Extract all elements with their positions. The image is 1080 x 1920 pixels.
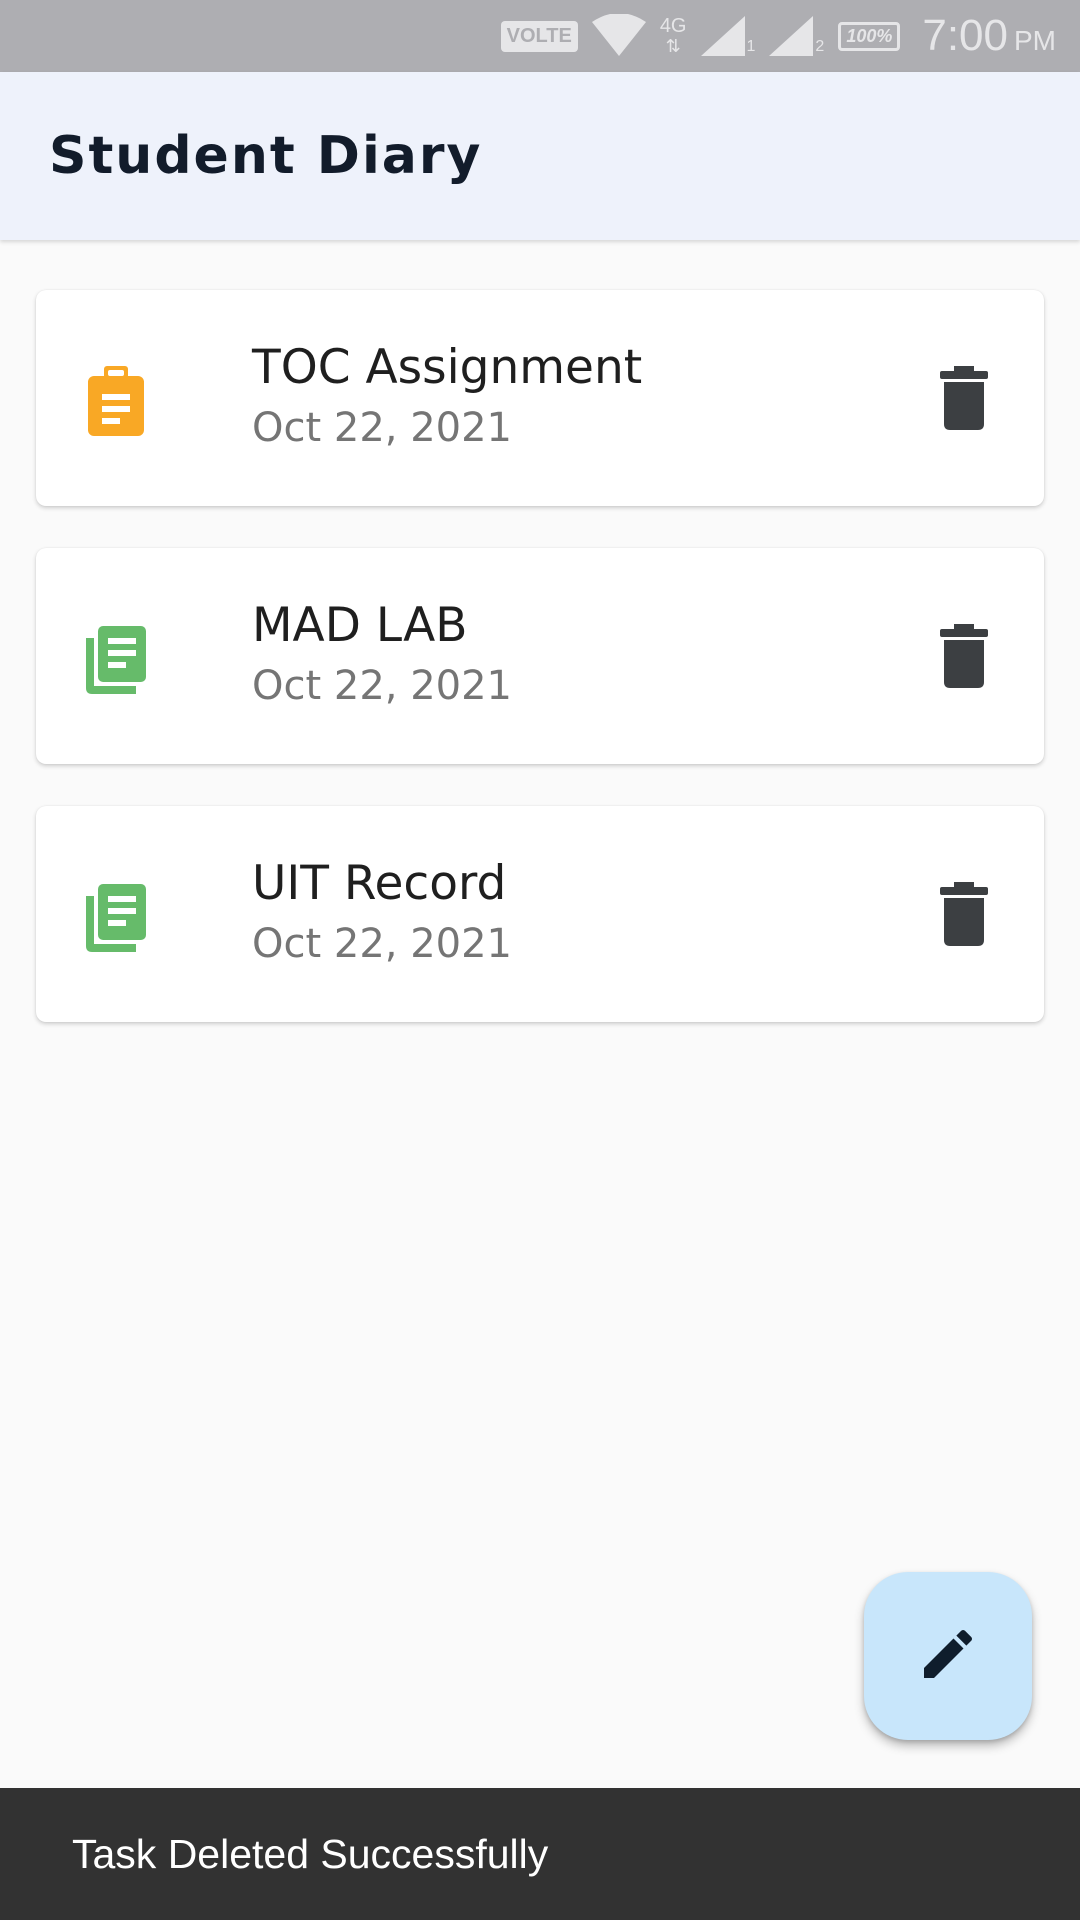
signal-icon-sim1: 1 bbox=[700, 16, 756, 56]
task-date: Oct 22, 2021 bbox=[252, 405, 512, 451]
app-bar: Student Diary bbox=[0, 72, 1080, 240]
volte-badge: VOLTE bbox=[500, 20, 578, 52]
delete-icon[interactable] bbox=[940, 366, 988, 430]
data-arrows-icon: ⇅ bbox=[665, 36, 681, 56]
signal-icon-sim2: 2 bbox=[769, 16, 824, 56]
battery-icon: 100% bbox=[838, 21, 901, 51]
clock-time: 7:00 bbox=[922, 11, 1008, 60]
task-list: TOC Assignment Oct 22, 2021 MAD LAB Oct … bbox=[36, 290, 1044, 1064]
status-bar: VOLTE 4G ⇅ 1 2 100% 7:00 PM bbox=[0, 0, 1080, 72]
task-text: UIT Record Oct 22, 2021 bbox=[252, 854, 512, 972]
task-text: TOC Assignment Oct 22, 2021 bbox=[252, 338, 642, 456]
task-card-toc-assignment[interactable]: TOC Assignment Oct 22, 2021 bbox=[36, 290, 1044, 506]
status-clock: 7:00 PM bbox=[922, 11, 1056, 61]
task-card-mad-lab[interactable]: MAD LAB Oct 22, 2021 bbox=[36, 548, 1044, 764]
task-date: Oct 22, 2021 bbox=[252, 663, 512, 709]
task-title: UIT Record bbox=[252, 856, 507, 911]
page-title: Student Diary bbox=[49, 126, 483, 186]
wifi-icon bbox=[591, 14, 646, 58]
delete-icon[interactable] bbox=[940, 624, 988, 688]
network-4g-icon: 4G ⇅ bbox=[660, 16, 687, 56]
assignment-icon bbox=[84, 358, 148, 438]
clock-ampm: PM bbox=[1014, 25, 1056, 56]
delete-icon[interactable] bbox=[940, 882, 988, 946]
task-date: Oct 22, 2021 bbox=[252, 921, 512, 967]
library-books-icon bbox=[84, 874, 148, 954]
sim1-label: 1 bbox=[746, 38, 756, 55]
task-card-uit-record[interactable]: UIT Record Oct 22, 2021 bbox=[36, 806, 1044, 1022]
sim2-label: 2 bbox=[815, 38, 825, 55]
library-books-icon bbox=[84, 616, 148, 696]
add-task-fab[interactable] bbox=[864, 1572, 1032, 1740]
network-4g-label: 4G bbox=[659, 15, 687, 37]
snackbar-message: Task Deleted Successfully bbox=[72, 1830, 549, 1877]
snackbar: Task Deleted Successfully bbox=[0, 1788, 1080, 1920]
edit-icon bbox=[916, 1622, 980, 1690]
task-title: MAD LAB bbox=[252, 598, 468, 653]
task-text: MAD LAB Oct 22, 2021 bbox=[252, 596, 512, 714]
task-title: TOC Assignment bbox=[252, 340, 643, 395]
